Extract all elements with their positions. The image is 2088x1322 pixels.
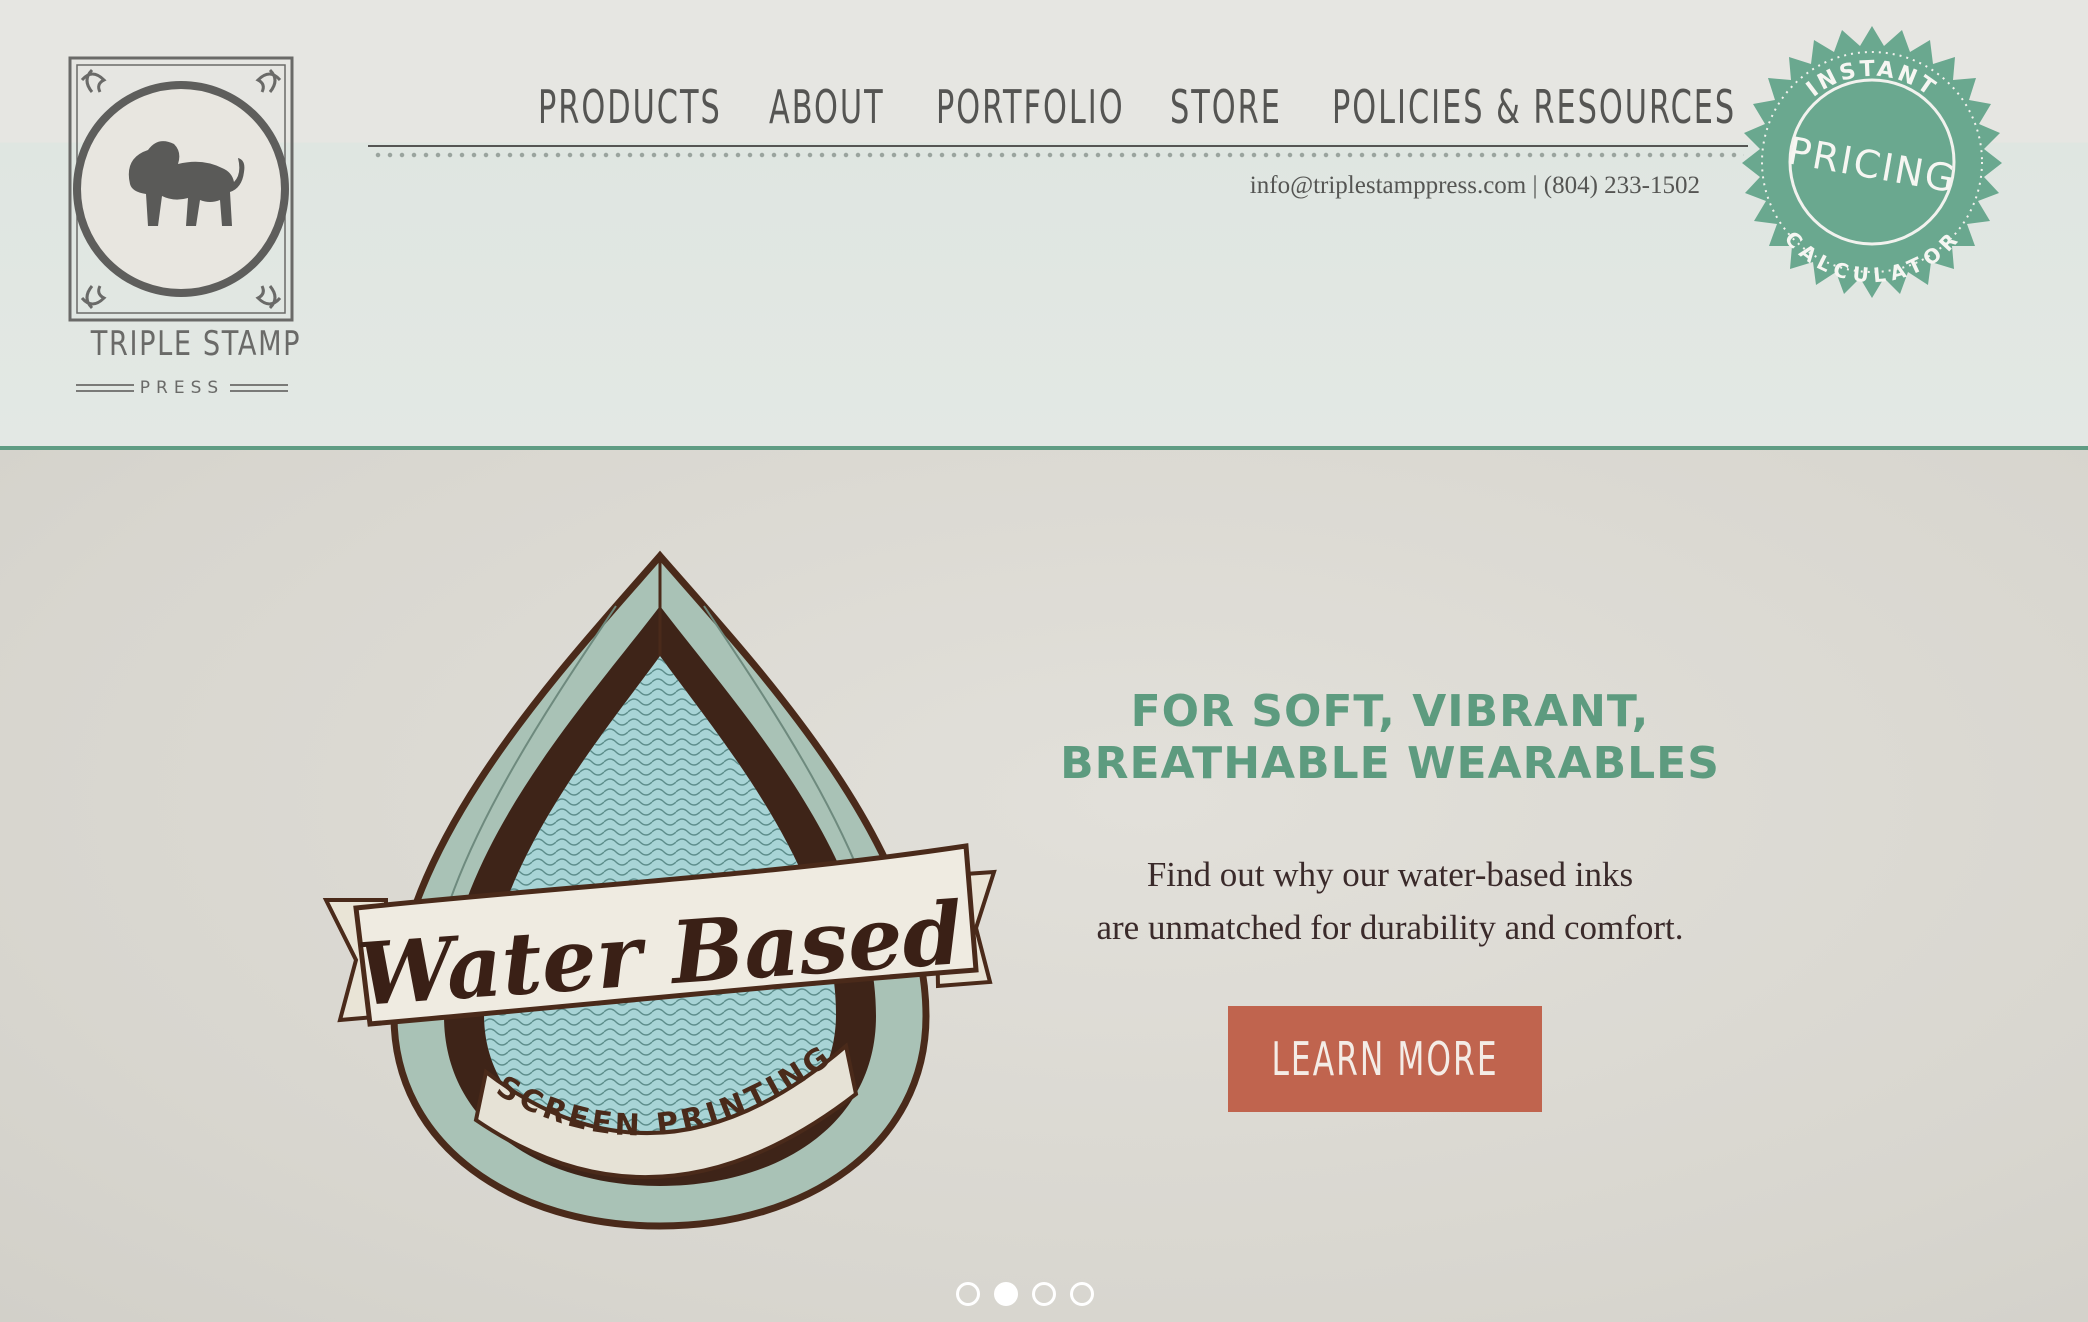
- slider-dot-1[interactable]: [956, 1282, 980, 1306]
- hero-body: Find out why our water-based inks are un…: [1000, 848, 1780, 954]
- nav-portfolio[interactable]: PORTFOLIO: [936, 80, 1125, 134]
- brand-divider-right: [230, 384, 288, 392]
- slider-dot-3[interactable]: [1032, 1282, 1056, 1306]
- contact-phone[interactable]: (804) 233-1502: [1544, 172, 1700, 199]
- hero-heading-line-1: FOR SOFT, VIBRANT,: [1130, 686, 1650, 737]
- hero-body-line-2: are unmatched for durability and comfort…: [1096, 908, 1684, 947]
- contact-separator: |: [1532, 172, 1538, 199]
- contact-email[interactable]: info@triplestamppress.com: [1250, 172, 1526, 199]
- slider-dot-2[interactable]: [994, 1282, 1018, 1306]
- pricing-calculator-badge[interactable]: INSTANT CALCULATOR PRICING: [1726, 20, 2018, 312]
- slider-pagination: [956, 1282, 1094, 1306]
- nav-policies-resources[interactable]: POLICIES & RESOURCES: [1332, 80, 1736, 134]
- water-based-emblem-icon: Water Based SCREEN PRINTING: [322, 550, 997, 1230]
- hero-heading: FOR SOFT, VIBRANT, BREATHABLE WEARABLES: [1000, 686, 1780, 790]
- nav-products[interactable]: PRODUCTS: [538, 80, 722, 134]
- hero-heading-line-2: BREATHABLE WEARABLES: [1060, 738, 1720, 789]
- learn-more-button[interactable]: LEARN MORE: [1228, 1006, 1542, 1112]
- nav-underline: [368, 145, 1748, 147]
- lion-logo-icon: [68, 56, 294, 322]
- brand-name: TRIPLE STAMP: [90, 324, 302, 364]
- learn-more-label: LEARN MORE: [1271, 1032, 1499, 1086]
- hero-body-line-1: Find out why our water-based inks: [1146, 855, 1634, 894]
- pricing-badge-icon: INSTANT CALCULATOR PRICING: [1742, 26, 2002, 298]
- slider-dot-4[interactable]: [1070, 1282, 1094, 1306]
- site-logo[interactable]: TRIPLE STAMP PRESS: [68, 56, 302, 402]
- nav-dotted-rule: [372, 152, 1744, 158]
- nav-about[interactable]: ABOUT: [769, 80, 885, 134]
- nav-store[interactable]: STORE: [1170, 80, 1282, 134]
- contact-info: info@triplestamppress.com | (804) 233-15…: [1100, 172, 1700, 200]
